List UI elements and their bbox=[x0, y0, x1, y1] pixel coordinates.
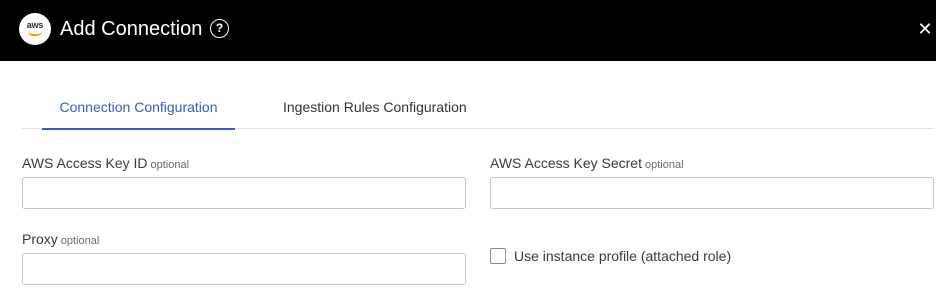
access-key-id-optional-hint: optional bbox=[150, 159, 190, 171]
access-key-secret-label-text: AWS Access Key Secret bbox=[490, 155, 642, 171]
access-key-id-input[interactable] bbox=[22, 177, 466, 209]
proxy-label: Proxy optional bbox=[22, 231, 99, 249]
instance-profile-checkbox[interactable] bbox=[490, 248, 506, 264]
tab-ingestion-rules-configuration[interactable]: Ingestion Rules Configuration bbox=[283, 86, 467, 129]
close-icon[interactable]: ✕ bbox=[917, 20, 933, 38]
access-key-secret-optional-hint: optional bbox=[644, 159, 684, 171]
proxy-input[interactable] bbox=[22, 253, 466, 285]
access-key-id-label: AWS Access Key ID optional bbox=[22, 155, 189, 173]
help-icon[interactable]: ? bbox=[210, 19, 229, 38]
dialog-header: aws Add Connection ? ✕ bbox=[0, 0, 936, 61]
tab-bar: Connection Configuration Ingestion Rules… bbox=[22, 86, 934, 130]
proxy-label-text: Proxy bbox=[22, 231, 58, 247]
tab-connection-configuration[interactable]: Connection Configuration bbox=[42, 86, 235, 130]
aws-logo: aws bbox=[19, 13, 51, 45]
access-key-secret-label: AWS Access Key Secret optional bbox=[490, 155, 684, 173]
dialog-title: Add Connection bbox=[60, 18, 203, 40]
proxy-optional-hint: optional bbox=[60, 235, 100, 247]
instance-profile-label[interactable]: Use instance profile (attached role) bbox=[514, 248, 731, 264]
aws-smile-icon bbox=[28, 31, 42, 36]
access-key-id-label-text: AWS Access Key ID bbox=[22, 155, 148, 171]
access-key-secret-input[interactable] bbox=[490, 177, 934, 209]
aws-logo-text: aws bbox=[26, 20, 44, 30]
